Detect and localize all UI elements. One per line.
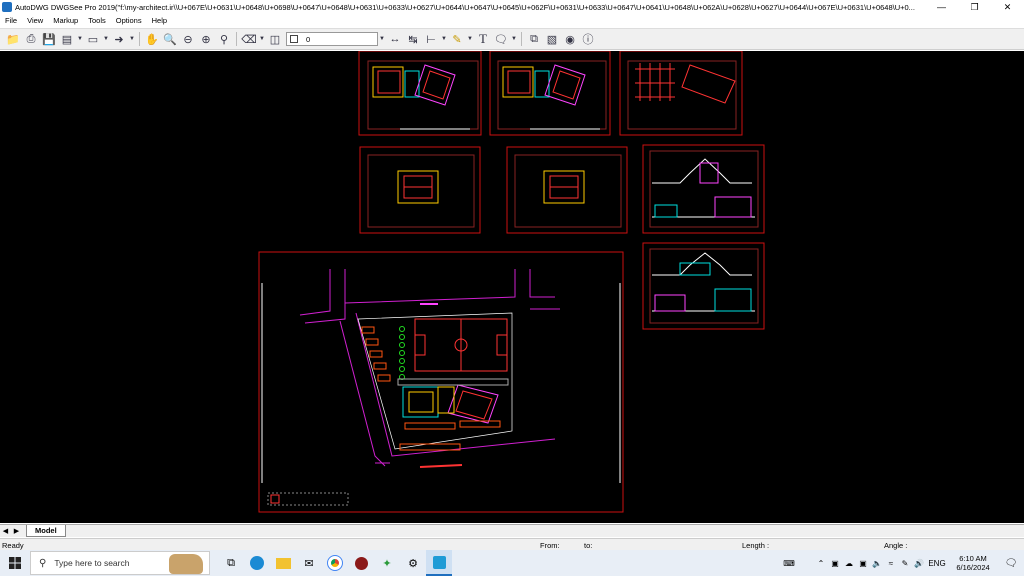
sheet-site-plan[interactable] <box>258 251 624 513</box>
close-button[interactable]: ✕ <box>991 0 1024 14</box>
eraser-dropdown-icon[interactable]: ▼ <box>258 31 266 47</box>
tray-app-icon[interactable]: ▣ <box>828 559 842 568</box>
title-bar: AutoDWG DWGSee Pro 2019("f:\my-architect… <box>0 0 1024 14</box>
start-button[interactable] <box>0 550 30 576</box>
search-highlight-image <box>169 554 203 574</box>
settings-gear-icon[interactable]: ⚙ <box>400 550 426 576</box>
tab-model[interactable]: Model <box>26 525 66 537</box>
binoculars-icon[interactable]: ◉ <box>561 31 579 47</box>
clock-date: 6/16/2024 <box>956 563 990 572</box>
status-length-label: Length : <box>742 541 770 550</box>
language-indicator[interactable]: ENG <box>926 559 948 568</box>
batch-print-icon[interactable]: ▤ <box>58 31 76 47</box>
minimize-button[interactable]: — <box>925 0 958 14</box>
layer-icon[interactable]: ◫ <box>266 31 284 47</box>
layer-value: 0 <box>306 34 311 44</box>
system-tray: ⌨ ⌃ ▣ ☁ ▣ 🔈 ≈ ✎ 🔊 ENG 6:10 AM 6/16/2024 … <box>782 550 1024 576</box>
restore-button[interactable]: ❐ <box>958 0 991 14</box>
status-angle-label: Angle : <box>884 541 908 550</box>
menu-options[interactable]: Options <box>111 16 147 25</box>
app-icon <box>2 2 12 12</box>
sheet-plan-2[interactable] <box>489 51 611 136</box>
help-icon[interactable]: ⓘ <box>579 31 597 47</box>
notifications-icon[interactable]: 🗨 <box>998 558 1024 569</box>
menu-markup[interactable]: Markup <box>48 16 83 25</box>
sheet-roof-plan-2[interactable] <box>506 146 628 234</box>
edge-browser-icon[interactable] <box>244 550 270 576</box>
status-from-label: From: <box>540 541 560 550</box>
menu-tools[interactable]: Tools <box>83 16 111 25</box>
taskbar-search-box[interactable]: ⚲ Type here to search <box>30 551 210 575</box>
mail-icon[interactable]: ✉ <box>296 550 322 576</box>
tray-camera-icon[interactable]: ▣ <box>856 559 870 568</box>
chrome-icon[interactable] <box>322 550 348 576</box>
pan-hand-icon[interactable]: ✋ <box>143 31 161 47</box>
status-to-label: to: <box>584 541 593 550</box>
compare-icon[interactable]: ⧉ <box>525 31 543 47</box>
zoom-in-icon[interactable]: ⊕ <box>197 31 215 47</box>
clock-time: 6:10 AM <box>959 554 987 563</box>
save-icon[interactable]: 💾 <box>40 31 58 47</box>
layout-tabs-bar: ◀ ▶ Model <box>0 524 1024 537</box>
layer-select[interactable]: 0 <box>286 32 378 46</box>
cloud-icon[interactable]: ☁ <box>842 559 856 568</box>
arrow-dropdown-icon[interactable]: ▼ <box>128 31 136 47</box>
zoom-window-icon[interactable]: 🔍 <box>161 31 179 47</box>
speaker-icon[interactable]: 🔈 <box>870 559 884 568</box>
sheet-roof-plan-1[interactable] <box>359 146 481 234</box>
windows-taskbar: ⚲ Type here to search ⧉ ✉ ✦ ⚙ ⌨ ⌃ ▣ ☁ ▣ … <box>0 550 1024 576</box>
sheet-elevations-1[interactable] <box>642 144 765 234</box>
windows-logo-icon <box>9 557 21 569</box>
sheet-structure[interactable] <box>619 51 743 136</box>
toolbar: 📁 ⎙ 💾 ▤ ▼ ▭ ▼ ➜ ▼ ✋ 🔍 ⊖ ⊕ ⚲ ⌫ ▼ ◫ 0 ▼ ↔ … <box>0 28 1024 50</box>
zoom-out-icon[interactable]: ⊖ <box>179 31 197 47</box>
task-view-icon[interactable]: ⧉ <box>218 550 244 576</box>
zoom-extents-icon[interactable]: ⚲ <box>215 31 233 47</box>
app-green-icon[interactable]: ✦ <box>374 550 400 576</box>
tab-next-icon[interactable]: ▶ <box>11 527 22 535</box>
file-explorer-icon[interactable] <box>270 550 296 576</box>
dwgsee-taskbar-icon[interactable] <box>426 550 452 576</box>
dimension-icon[interactable]: ⊢ <box>422 31 440 47</box>
comment-icon[interactable]: 🗨 <box>492 31 510 47</box>
tab-prev-icon[interactable]: ◀ <box>0 527 11 535</box>
status-ready: Ready <box>2 541 24 550</box>
layer-dropdown-icon[interactable]: ▼ <box>378 31 386 47</box>
menu-file[interactable]: File <box>0 16 22 25</box>
search-icon: ⚲ <box>39 557 47 569</box>
menu-help[interactable]: Help <box>147 16 172 25</box>
dimension-linear-icon[interactable]: ↔ <box>386 31 404 47</box>
pen-icon[interactable]: ✎ <box>448 31 466 47</box>
menu-bar: File View Markup Tools Options Help <box>0 14 1024 27</box>
window-title: AutoDWG DWGSee Pro 2019("f:\my-architect… <box>15 2 915 12</box>
screen-icon[interactable]: ▭ <box>84 31 102 47</box>
cad-drawing <box>258 51 765 513</box>
drawing-canvas[interactable] <box>0 51 1024 523</box>
open-folder-icon[interactable]: 📁 <box>4 31 22 47</box>
dimension-dropdown-icon[interactable]: ▼ <box>440 31 448 47</box>
comment-dropdown-icon[interactable]: ▼ <box>510 31 518 47</box>
keyboard-icon[interactable]: ⌨ <box>782 559 796 568</box>
dimension-aligned-icon[interactable]: ↹ <box>404 31 422 47</box>
pen-dropdown-icon[interactable]: ▼ <box>466 31 474 47</box>
volume-icon[interactable]: 🔊 <box>912 559 926 568</box>
batch-dropdown-icon[interactable]: ▼ <box>76 31 84 47</box>
app-red-icon[interactable] <box>348 550 374 576</box>
hatch-icon[interactable]: ▧ <box>543 31 561 47</box>
sheet-elevations-2[interactable] <box>642 242 765 330</box>
text-tool-icon[interactable]: T <box>474 31 492 47</box>
search-placeholder: Type here to search <box>54 558 130 568</box>
screen-dropdown-icon[interactable]: ▼ <box>102 31 110 47</box>
eraser-icon[interactable]: ⌫ <box>240 31 258 47</box>
layer-color-swatch <box>290 35 298 43</box>
arrow-right-icon[interactable]: ➜ <box>110 31 128 47</box>
menu-view[interactable]: View <box>22 16 48 25</box>
chevron-up-icon[interactable]: ⌃ <box>814 559 828 568</box>
wifi-icon[interactable]: ≈ <box>884 559 898 568</box>
status-bar: Ready From: to: Length : Angle : <box>0 538 1024 550</box>
print-icon[interactable]: ⎙ <box>22 31 40 47</box>
sheet-plan-1[interactable] <box>358 51 482 136</box>
pen-tray-icon[interactable]: ✎ <box>898 559 912 568</box>
clock[interactable]: 6:10 AM 6/16/2024 <box>948 554 998 572</box>
